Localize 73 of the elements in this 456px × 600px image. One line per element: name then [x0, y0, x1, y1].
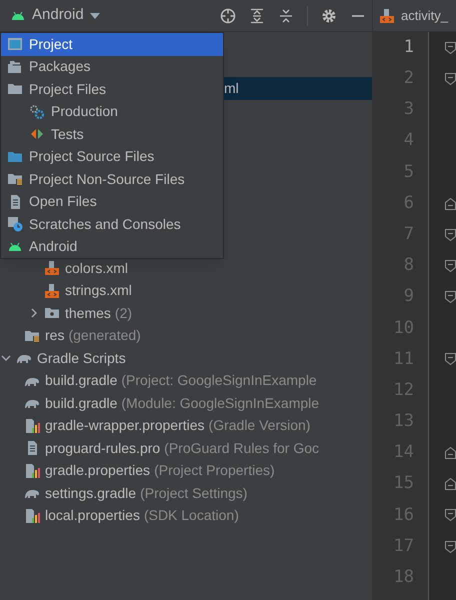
tree-item[interactable]: settings.gradle (Project Settings)	[0, 482, 372, 504]
tree-item[interactable]: gradle-wrapper.properties (Gradle Version)	[0, 414, 372, 437]
menu-item[interactable]: Project Source Files	[1, 146, 223, 168]
tree-item[interactable]: build.gradle (Module: GoogleSignInExample	[0, 392, 372, 414]
terminal-clock-icon	[7, 216, 23, 232]
caret-down-icon	[90, 12, 100, 18]
file-description: (Project Properties)	[154, 461, 275, 480]
chart-file-icon	[24, 462, 40, 479]
gears-icon	[29, 104, 45, 120]
menu-item[interactable]: Production	[1, 100, 223, 123]
file-name: strings.xml	[65, 281, 132, 300]
view-dropdown[interactable]: Android	[10, 4, 100, 27]
folder-document-icon	[7, 171, 23, 188]
menu-item[interactable]: Packages	[1, 56, 223, 78]
tree-item[interactable]: strings.xml	[0, 280, 372, 302]
tree-item[interactable]: colors.xml	[0, 257, 372, 280]
file-name: themes	[65, 304, 111, 323]
file-description: (Project: GoogleSignInExample	[121, 371, 317, 390]
file-name: proguard-rules.pro	[45, 438, 160, 458]
file-name: gradle.properties	[45, 461, 150, 480]
fold-marker-icon[interactable]	[445, 228, 456, 241]
menu-item[interactable]: Scratches and Consoles	[1, 213, 223, 236]
fold-marker-icon[interactable]	[445, 447, 456, 460]
tree-item[interactable]: local.properties (SDK Location)	[0, 504, 372, 527]
fold-marker-icon[interactable]	[445, 72, 456, 85]
fold-marker-icon[interactable]	[445, 42, 456, 54]
tree-item[interactable]: res (generated)	[0, 324, 372, 347]
crosshair-icon[interactable]	[220, 8, 236, 24]
menu-item[interactable]: Android	[1, 236, 223, 258]
file-name: ml	[224, 78, 239, 98]
file-description: (ProGuard Rules for Goc	[164, 438, 320, 458]
tree-item[interactable]: Gradle Scripts	[0, 347, 372, 370]
file-name: Gradle Scripts	[37, 348, 126, 368]
fold-marker-icon[interactable]	[445, 478, 456, 490]
file-description: (SDK Location)	[144, 506, 239, 526]
menu-item[interactable]: Project	[1, 33, 223, 56]
fold-marker-icon[interactable]	[445, 353, 456, 366]
fold-marker-icon[interactable]	[445, 509, 456, 522]
expand-all-icon[interactable]	[249, 8, 265, 24]
chart-file-icon	[24, 508, 40, 524]
tree-item[interactable]: build.gradle (Project: GoogleSignInExample	[0, 370, 372, 392]
file-name: build.gradle	[45, 394, 118, 413]
fold-marker-icon[interactable]	[445, 291, 456, 304]
file-name: settings.gradle	[45, 484, 136, 503]
window-icon	[7, 36, 23, 52]
tree-item[interactable]: gradle.properties (Project Properties)	[0, 460, 372, 482]
fold-marker-icon[interactable]	[445, 260, 456, 272]
menu-item[interactable]: Open Files	[1, 190, 223, 213]
xml-file-icon	[379, 8, 395, 24]
file-name: res	[45, 326, 64, 346]
fold-marker-icon[interactable]	[445, 198, 456, 210]
collapse-all-icon[interactable]	[278, 8, 294, 24]
xml-file-icon	[44, 260, 60, 276]
tree-item[interactable]: proguard-rules.pro (ProGuard Rules for Goc	[0, 437, 372, 460]
file-name: colors.xml	[65, 258, 128, 278]
file-name: local.properties	[45, 506, 140, 526]
line-number: 1	[404, 36, 414, 59]
fold-marker-icon[interactable]	[445, 540, 456, 553]
menu-item[interactable]: Project Files	[1, 78, 223, 100]
file-name: gradle-wrapper.properties	[45, 416, 205, 436]
file-description: (generated)	[68, 326, 141, 346]
file-name: build.gradle	[45, 371, 118, 390]
tree-item[interactable]: themes (2)	[0, 302, 372, 324]
file-description: (Module: GoogleSignInExample	[121, 394, 320, 413]
menu-item[interactable]: Project Non-Source Files	[1, 168, 223, 190]
menu-item[interactable]: Tests	[1, 123, 223, 146]
chart-file-icon	[24, 418, 40, 434]
file-description: (Gradle Version)	[208, 416, 310, 436]
xml-file-icon	[44, 282, 60, 299]
file-description: (Project Settings)	[140, 484, 248, 503]
settings-icon[interactable]	[321, 8, 337, 24]
file-description: (2)	[114, 304, 132, 323]
folders-icon	[7, 58, 23, 75]
